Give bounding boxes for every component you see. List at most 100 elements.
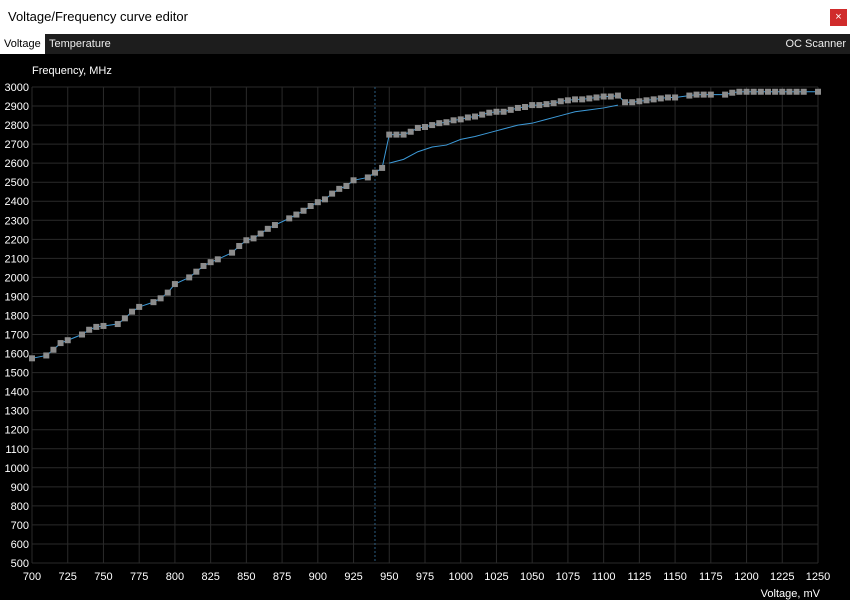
curve-point[interactable] bbox=[772, 88, 779, 95]
curve-point[interactable] bbox=[379, 164, 386, 171]
curve-point[interactable] bbox=[136, 303, 143, 310]
curve-point[interactable] bbox=[764, 88, 771, 95]
curve-point[interactable] bbox=[86, 326, 93, 333]
curve-point[interactable] bbox=[307, 203, 314, 209]
vf-curve-chart[interactable]: 500 600 700 800 900 1000 1100 1200 1300 1400 1500 1… bbox=[0, 54, 850, 600]
curve-point[interactable] bbox=[493, 108, 500, 115]
curve-point[interactable] bbox=[779, 88, 786, 95]
curve-point[interactable] bbox=[472, 113, 479, 120]
curve-point[interactable] bbox=[736, 88, 743, 95]
curve-point[interactable] bbox=[286, 215, 293, 222]
curve-point[interactable] bbox=[214, 256, 221, 263]
curve-point[interactable] bbox=[672, 94, 679, 101]
curve-point[interactable] bbox=[300, 207, 307, 214]
curve-point[interactable] bbox=[293, 211, 300, 218]
curve-point[interactable] bbox=[100, 322, 107, 329]
curve-point[interactable] bbox=[500, 108, 507, 115]
curve-point[interactable] bbox=[586, 95, 593, 102]
curve-point[interactable] bbox=[729, 89, 736, 96]
curve-point[interactable] bbox=[186, 274, 193, 281]
curve-point[interactable] bbox=[386, 131, 393, 138]
curve-point[interactable] bbox=[43, 352, 50, 359]
curve-point[interactable] bbox=[93, 323, 100, 330]
tab-voltage[interactable]: Voltage bbox=[0, 34, 45, 54]
curve-point[interactable] bbox=[200, 262, 207, 269]
curve-point[interactable] bbox=[686, 92, 693, 99]
curve-point[interactable] bbox=[207, 259, 214, 266]
curve-point[interactable] bbox=[514, 104, 521, 111]
close-button[interactable]: × bbox=[830, 9, 847, 26]
curve-point[interactable] bbox=[229, 249, 236, 256]
curve-point[interactable] bbox=[193, 268, 200, 275]
curve-point[interactable] bbox=[614, 92, 621, 99]
curve-point[interactable] bbox=[557, 98, 564, 105]
curve-point[interactable] bbox=[114, 321, 121, 328]
curve-point[interactable] bbox=[536, 102, 543, 109]
curve-point[interactable] bbox=[407, 128, 414, 135]
curve-point[interactable] bbox=[643, 97, 650, 104]
curve-point[interactable] bbox=[329, 190, 336, 197]
curve-point[interactable] bbox=[29, 355, 35, 362]
curve-point[interactable] bbox=[79, 331, 86, 338]
curve-point[interactable] bbox=[486, 109, 493, 116]
curve-point[interactable] bbox=[657, 95, 664, 102]
curve-point[interactable] bbox=[507, 106, 514, 113]
curve-point[interactable] bbox=[757, 88, 764, 95]
curve-point[interactable] bbox=[400, 131, 407, 138]
curve-point[interactable] bbox=[700, 91, 707, 98]
curve-point[interactable] bbox=[629, 99, 636, 106]
curve-point[interactable] bbox=[707, 91, 714, 98]
curve-point[interactable] bbox=[321, 196, 328, 203]
curve-point[interactable] bbox=[650, 96, 657, 103]
curve-point[interactable] bbox=[414, 124, 421, 131]
curve-point[interactable] bbox=[64, 337, 71, 344]
curve-point[interactable] bbox=[450, 117, 457, 124]
curve-point[interactable] bbox=[636, 98, 643, 105]
curve-point[interactable] bbox=[793, 88, 800, 95]
curve-point[interactable] bbox=[722, 91, 729, 98]
curve-point[interactable] bbox=[457, 116, 464, 123]
tab-temperature[interactable]: Temperature bbox=[45, 34, 115, 54]
curve-point[interactable] bbox=[422, 123, 428, 130]
curve-point[interactable] bbox=[57, 340, 64, 347]
curve-point[interactable] bbox=[50, 346, 57, 353]
curve-point[interactable] bbox=[443, 119, 450, 126]
curve-point[interactable] bbox=[171, 281, 178, 288]
curve-point[interactable] bbox=[529, 102, 536, 109]
curve-point[interactable] bbox=[743, 88, 750, 95]
curve-point[interactable] bbox=[522, 103, 529, 110]
curve-point[interactable] bbox=[150, 299, 157, 306]
curve-point[interactable] bbox=[693, 91, 700, 98]
curve-point[interactable] bbox=[600, 93, 607, 100]
curve-point[interactable] bbox=[243, 237, 250, 244]
curve-point[interactable] bbox=[607, 93, 614, 100]
curve-point[interactable] bbox=[543, 101, 550, 108]
curve-point[interactable] bbox=[800, 88, 807, 95]
curve-point[interactable] bbox=[350, 177, 357, 184]
oc-scanner-button[interactable]: OC Scanner bbox=[785, 34, 846, 54]
curve-point[interactable] bbox=[343, 183, 350, 190]
curve-point[interactable] bbox=[479, 111, 486, 118]
curve-point[interactable] bbox=[336, 185, 343, 192]
curve-point[interactable] bbox=[271, 222, 278, 229]
curve-point[interactable] bbox=[264, 225, 271, 232]
curve-point[interactable] bbox=[550, 100, 557, 107]
curve-point[interactable] bbox=[436, 120, 443, 127]
curve-point[interactable] bbox=[257, 230, 264, 237]
curve-point[interactable] bbox=[371, 169, 378, 176]
curve-point[interactable] bbox=[786, 88, 793, 95]
curve-point[interactable] bbox=[593, 94, 600, 101]
curve-point[interactable] bbox=[564, 97, 571, 104]
curve-point[interactable] bbox=[364, 174, 371, 181]
curve-point[interactable] bbox=[579, 96, 586, 103]
curve-point[interactable] bbox=[464, 114, 471, 121]
curve-point[interactable] bbox=[157, 295, 164, 302]
curve-point[interactable] bbox=[236, 242, 243, 249]
curve-point[interactable] bbox=[314, 199, 321, 206]
curve-point[interactable] bbox=[815, 88, 821, 95]
curve-point[interactable] bbox=[664, 94, 671, 101]
curve-point[interactable] bbox=[429, 122, 436, 129]
curve-point[interactable] bbox=[129, 308, 136, 315]
curve-point[interactable] bbox=[750, 88, 757, 95]
curve-point[interactable] bbox=[572, 96, 579, 103]
